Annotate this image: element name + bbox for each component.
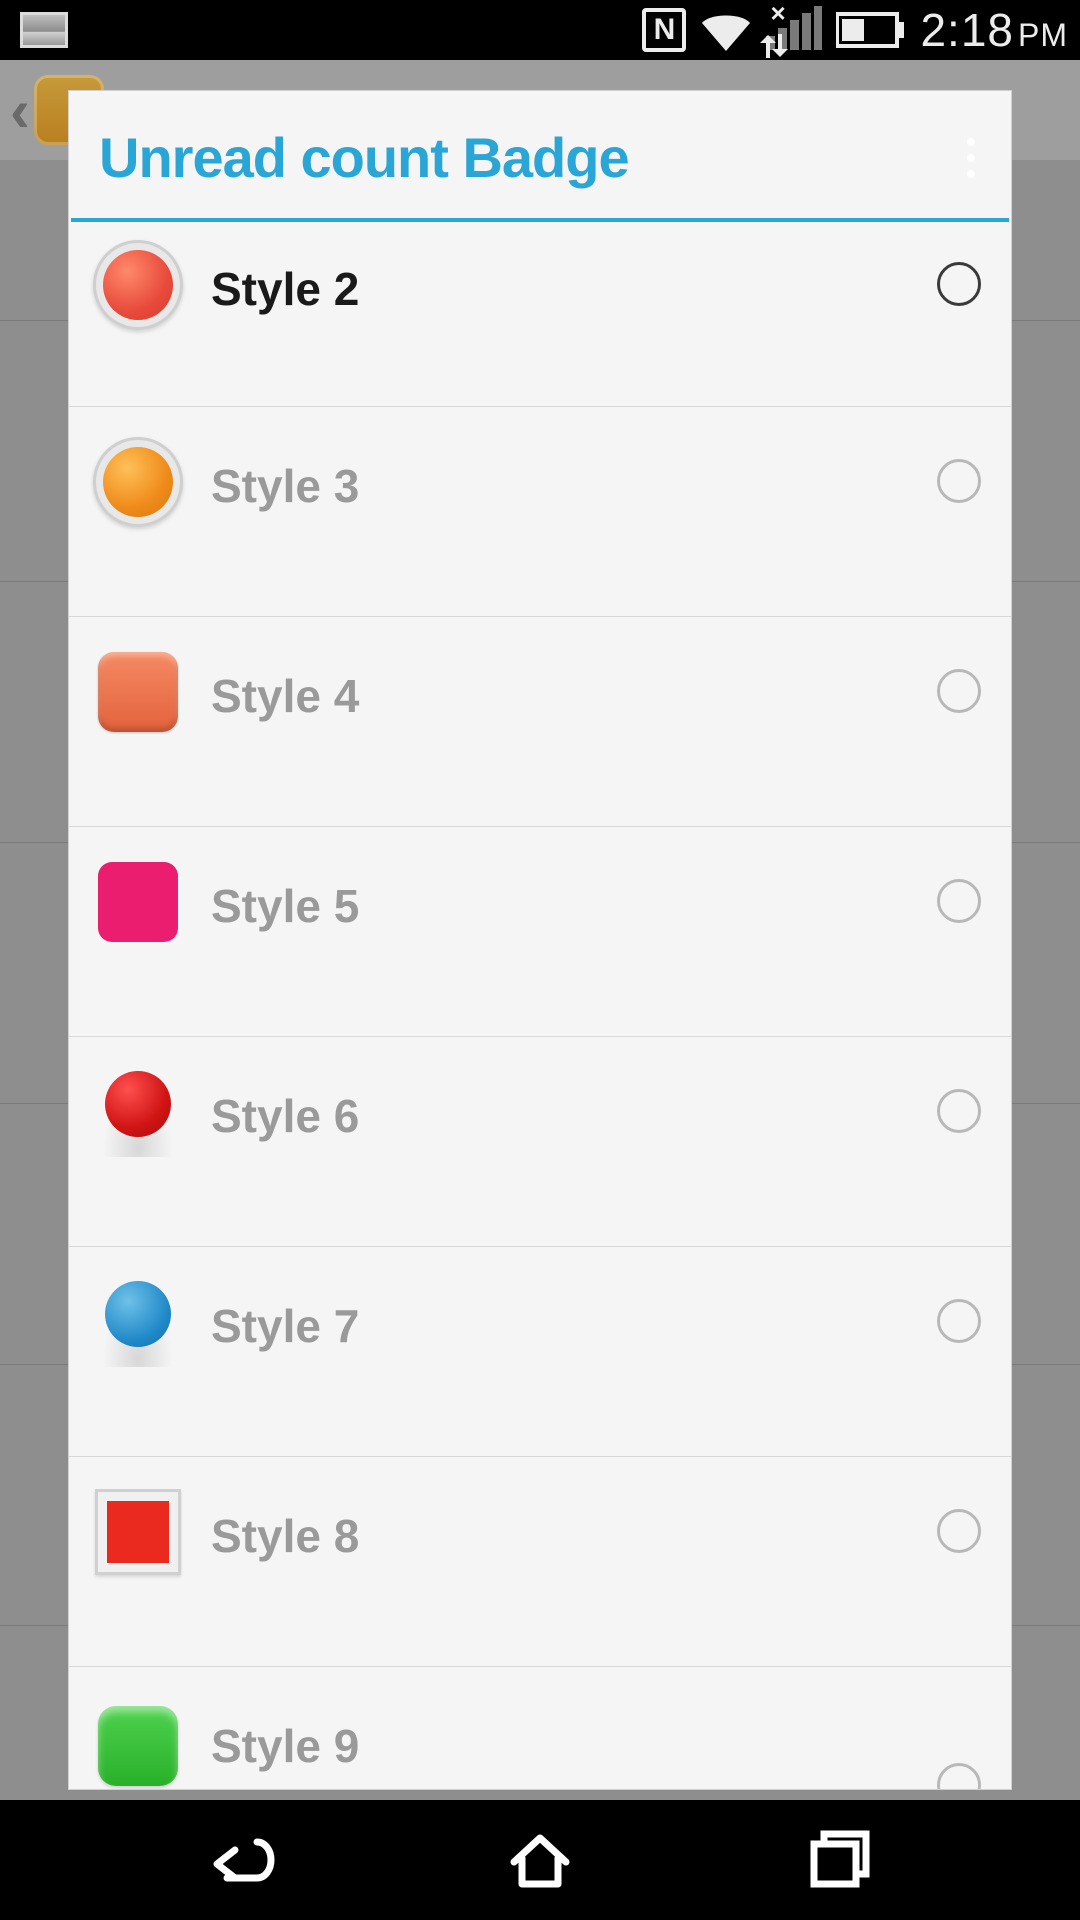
style-option-list[interactable]: Style 2 Style 3 Style 4 Style 5 xyxy=(69,222,1011,1789)
nav-recent-button[interactable] xyxy=(800,1820,880,1900)
nav-back-button[interactable] xyxy=(200,1820,280,1900)
dialog-unread-count-badge: Unread count Badge Style 2 Style 3 Style… xyxy=(68,90,1012,1790)
badge-preview-style9 xyxy=(93,1701,183,1789)
style-option-row[interactable]: Style 9 xyxy=(69,1667,1011,1789)
radio-button[interactable] xyxy=(937,1509,981,1553)
status-clock: 2:18PM xyxy=(920,3,1068,57)
radio-button[interactable] xyxy=(937,1089,981,1133)
radio-button[interactable] xyxy=(937,669,981,713)
wifi-icon xyxy=(700,9,752,51)
style-option-label: Style 7 xyxy=(211,1299,359,1353)
status-bar: N × xyxy=(0,0,1080,60)
style-option-row[interactable]: Style 2 xyxy=(69,222,1011,407)
battery-icon xyxy=(836,11,906,49)
style-option-label: Style 5 xyxy=(211,879,359,933)
style-option-row[interactable]: Style 7 xyxy=(69,1247,1011,1457)
badge-preview-style2 xyxy=(93,240,183,330)
style-option-row[interactable]: Style 4 xyxy=(69,617,1011,827)
radio-button[interactable] xyxy=(937,459,981,503)
overflow-menu-icon[interactable] xyxy=(967,138,981,178)
radio-button[interactable] xyxy=(937,262,981,306)
status-ampm: PM xyxy=(1018,17,1068,53)
data-sync-icon xyxy=(760,33,790,59)
style-option-label: Style 8 xyxy=(211,1509,359,1563)
badge-preview-style4 xyxy=(93,647,183,737)
badge-preview-style8 xyxy=(93,1487,183,1577)
style-option-row[interactable]: Style 5 xyxy=(69,827,1011,1037)
style-option-label: Style 2 xyxy=(211,262,359,316)
style-option-label: Style 6 xyxy=(211,1089,359,1143)
style-option-row[interactable]: Style 6 xyxy=(69,1037,1011,1247)
back-chevron-icon: ‹ xyxy=(10,76,30,145)
radio-button[interactable] xyxy=(937,1763,981,1789)
dialog-title: Unread count Badge xyxy=(99,125,629,190)
radio-button[interactable] xyxy=(937,1299,981,1343)
notification-app-icon xyxy=(20,12,68,48)
badge-preview-style3 xyxy=(93,437,183,527)
badge-preview-style6 xyxy=(93,1067,183,1157)
style-option-row[interactable]: Style 8 xyxy=(69,1457,1011,1667)
style-option-label: Style 3 xyxy=(211,459,359,513)
nav-home-button[interactable] xyxy=(500,1820,580,1900)
nfc-icon: N xyxy=(642,8,686,52)
status-time: 2:18 xyxy=(920,4,1014,56)
badge-preview-style5 xyxy=(93,857,183,947)
badge-preview-style7 xyxy=(93,1277,183,1367)
signal-icon: × xyxy=(766,6,822,55)
dialog-header: Unread count Badge xyxy=(69,91,1011,218)
radio-button[interactable] xyxy=(937,879,981,923)
style-option-label: Style 9 xyxy=(211,1719,359,1773)
system-nav-bar xyxy=(0,1800,1080,1920)
style-option-label: Style 4 xyxy=(211,669,359,723)
style-option-row[interactable]: Style 3 xyxy=(69,407,1011,617)
